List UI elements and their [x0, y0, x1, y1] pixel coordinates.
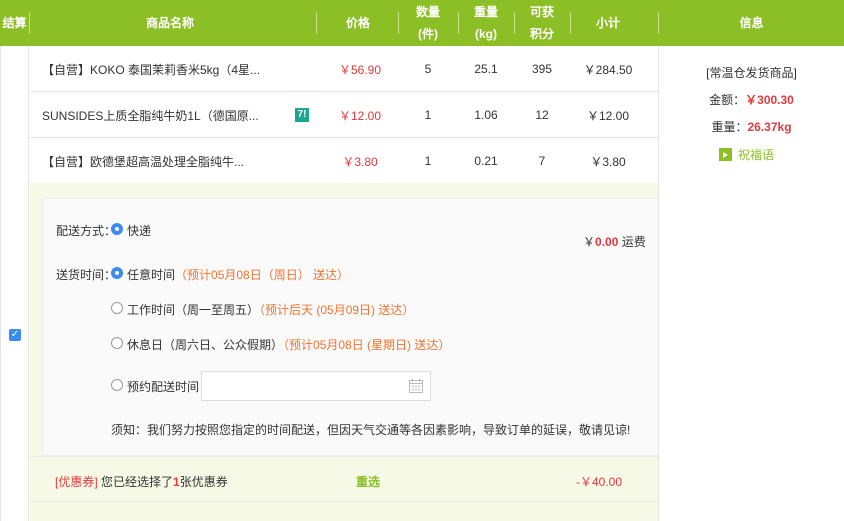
header-quantity: 数量 (件)	[398, 0, 458, 46]
product-price: ￥56.90	[338, 62, 382, 77]
header-info: 信息	[739, 16, 764, 30]
time-any-radio[interactable]	[111, 267, 123, 279]
header-quantity-unit: (件)	[418, 27, 438, 41]
coupon-count: 1	[173, 475, 180, 489]
header-points-label-2: 积分	[529, 27, 554, 41]
settle-column: ✓	[0, 46, 29, 521]
product-name-link[interactable]: 【自营】欧德堡超高温处理全脂纯牛...	[42, 138, 282, 184]
product-price: ￥12.00	[338, 108, 382, 123]
cart-table-header: 结算 商品名称 价格 数量 (件) 重量 (kg) 可获 积分 小计 信息	[0, 0, 844, 46]
calendar-icon[interactable]	[409, 379, 423, 393]
time-workday-radio[interactable]	[111, 302, 123, 314]
product-weight: 1.06	[474, 108, 498, 122]
product-weight: 0.21	[474, 154, 498, 168]
time-any-note: （预计05月08日（周日） 送达）	[175, 268, 350, 282]
weight-line: 重量：26.37kg	[659, 118, 844, 135]
header-quantity-label: 数量	[415, 5, 440, 19]
header-weight-label: 重量	[473, 5, 498, 19]
time-workday-label: 工作时间（周一至周五）	[127, 303, 260, 317]
coupon-text-before: 您已经选择了	[97, 475, 174, 489]
table-row: 【自营】KOKO 泰国茉莉香米5kg（4星... ￥56.90 5 25.1 3…	[30, 46, 658, 92]
time-weekend-note: （预计05月08日 (星期日) 送达）	[283, 338, 451, 352]
header-product-name: 商品名称	[145, 16, 194, 30]
header-settle: 结算	[2, 16, 27, 30]
time-any-label: 任意时间	[127, 268, 176, 282]
product-price: ￥3.80	[342, 154, 378, 169]
coupon-text-after: 张优惠券	[179, 475, 228, 489]
coupon-tag: [优惠券]	[55, 475, 98, 489]
header-weight: 重量 (kg)	[458, 0, 514, 46]
product-points: 395	[531, 62, 553, 76]
time-appointment-label: 预约配送时间	[127, 380, 200, 394]
coupon-discount-amount: -￥40.00	[576, 475, 623, 489]
fee-value: 0.00	[595, 235, 619, 249]
promo-badge-icon: 7!	[295, 108, 309, 122]
time-appointment-radio[interactable]	[111, 379, 123, 391]
table-row: 【自营】欧德堡超高温处理全脂纯牛... ￥3.80 1 0.21 7 ￥3.80	[30, 138, 658, 184]
warehouse-label: [常温仓发货商品]	[706, 66, 797, 80]
amount-label: 金额：	[709, 93, 746, 107]
amount-line: 金额：￥300.30	[659, 91, 844, 108]
time-option-label: 休息日（周六日、公众假期）（预计05月08日 (星期日) 送达）	[127, 336, 450, 353]
shipping-fee: ￥0.00 运费	[583, 233, 646, 250]
blessing-button[interactable]: 祝福语	[719, 146, 774, 163]
header-points-label-1: 可获	[529, 5, 554, 19]
settle-checkbox[interactable]: ✓	[9, 329, 21, 341]
product-points: 7	[538, 154, 546, 168]
shipping-options-box: 配送方式： 快递 ￥0.00 运费 送货时间： 任意时间（预计05月08日（周日…	[42, 198, 658, 456]
fee-suffix: 运费	[618, 235, 646, 249]
shipping-method-label: 配送方式：	[56, 224, 117, 238]
coupon-reselect-button[interactable]: 重选	[356, 473, 380, 490]
express-option-label: 快递	[127, 224, 152, 238]
weight-value: 26.37kg	[747, 120, 792, 134]
time-workday-note: （预计后天 (05月09日) 送达）	[259, 303, 415, 317]
time-weekend-radio[interactable]	[111, 337, 123, 349]
delivery-time-label: 送货时间：	[56, 268, 117, 282]
product-name-link[interactable]: 【自营】KOKO 泰国茉莉香米5kg（4星...	[42, 46, 282, 92]
amount-value: ￥300.30	[745, 93, 794, 107]
header-points: 可获 积分	[514, 0, 570, 46]
product-quantity: 5	[424, 62, 432, 76]
product-name-link[interactable]: SUNSIDES上质全脂纯牛奶1L（德国原...	[42, 92, 282, 138]
play-icon	[719, 148, 732, 161]
header-price: 价格	[345, 16, 370, 30]
table-row: SUNSIDES上质全脂纯牛奶1L（德国原... 7! ￥12.00 1 1.0…	[30, 92, 658, 138]
product-subtotal: ￥3.80	[590, 154, 626, 169]
time-option-label: 任意时间（预计05月08日（周日） 送达）	[127, 266, 349, 283]
time-option-label: 工作时间（周一至周五）（预计后天 (05月09日) 送达）	[127, 301, 414, 318]
coupon-summary: [优惠券] 您已经选择了1张优惠券	[55, 473, 228, 490]
weight-label: 重量：	[711, 120, 748, 134]
product-points: 12	[535, 108, 549, 122]
product-subtotal: ￥12.00	[586, 108, 630, 123]
blessing-label: 祝福语	[738, 148, 775, 162]
express-radio[interactable]	[111, 223, 123, 235]
product-weight: 25.1	[474, 62, 498, 76]
delivery-notice: 须知：我们努力按照您指定的时间配送，但因天气交通等各因素影响，导致订单的延误，敬…	[111, 423, 631, 437]
product-quantity: 1	[424, 108, 432, 122]
time-weekend-label: 休息日（周六日、公众假期）	[127, 338, 284, 352]
appointment-date-input[interactable]	[201, 371, 431, 401]
product-quantity: 1	[424, 154, 432, 168]
header-subtotal: 小计	[595, 16, 620, 30]
product-subtotal: ￥284.50	[583, 62, 633, 77]
header-weight-unit: (kg)	[475, 27, 497, 41]
coupon-row: [优惠券] 您已经选择了1张优惠券 重选 -￥40.00	[30, 456, 658, 502]
fee-currency: ￥	[583, 235, 596, 249]
